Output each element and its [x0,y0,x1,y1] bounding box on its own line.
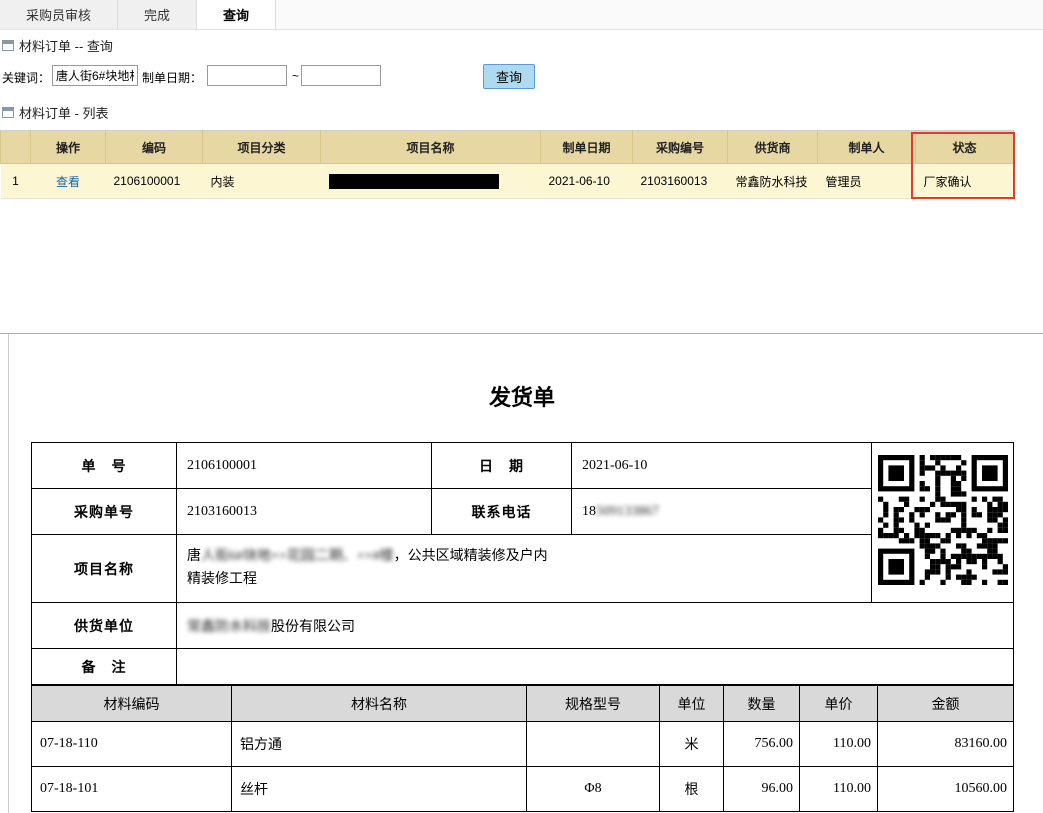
query-toolbar: 关键词： 制单日期： ~ 查询 [0,62,1043,92]
row-action-cell: 查看 [31,164,106,199]
date-value: 2021-06-10 [572,443,872,489]
column-header-creator: 制单人 [818,131,916,164]
material-amount: 83160.00 [878,722,1014,767]
date-to-input[interactable] [301,65,381,86]
material-col-price: 单价 [800,686,878,722]
keyword-input[interactable] [52,65,138,86]
material-header-row: 材料编码 材料名称 规格型号 单位 数量 单价 金额 [32,686,1014,722]
material-unit: 根 [660,767,724,812]
date-from-input[interactable] [207,65,287,86]
material-amount: 10560.00 [878,767,1014,812]
phone-visible-part: 18 [582,504,596,519]
phone-value: 18509133867 [572,489,872,535]
redacted-supplier-text: 常鑫防水科技 [187,620,271,635]
table-row[interactable]: 1 查看 2106100001 内装 2021-06-10 2103160013… [1,164,1014,199]
order-list-table: 操作 编码 项目分类 项目名称 制单日期 采购编号 供货商 制单人 状态 1 查… [0,130,1014,199]
column-header-project: 项目名称 [321,131,541,164]
material-qty: 756.00 [724,722,800,767]
row-supplier: 常鑫防水科技 [728,164,818,199]
query-section-title: 材料订单 -- 查询 [19,36,113,55]
date-field-label: 日 期 [432,443,572,489]
form-icon [2,107,14,118]
supplier-visible-part: 股份有限公司 [271,620,355,635]
project-name-line2: 精装修工程 [187,569,863,591]
redacted-project-name [329,174,499,189]
column-header-status: 状态 [916,131,1014,164]
material-spec [527,722,660,767]
column-header-action: 操作 [31,131,106,164]
material-code: 07-18-110 [32,722,232,767]
row-status: 厂家确认 [916,164,1014,199]
order-no-label: 单 号 [32,443,177,489]
view-link[interactable]: 查看 [56,175,80,189]
order-no-value: 2106100001 [177,443,432,489]
material-col-amount: 金额 [878,686,1014,722]
remark-label: 备 注 [32,649,177,685]
tab-bar-filler [276,0,1043,29]
row-project-cell [321,164,541,199]
delivery-note-info-table: 单 号 2106100001 日 期 2021-06-10 采购单号 21031… [31,442,1014,685]
tab-bar: 采购员审核 完成 查询 [0,0,1043,30]
material-row: 07-18-101 丝杆 Φ8 根 96.00 110.00 10560.00 [32,767,1014,812]
material-col-unit: 单位 [660,686,724,722]
purchase-no-label: 采购单号 [32,489,177,535]
delivery-note-title: 发货单 [31,380,1013,412]
row-date: 2021-06-10 [541,164,633,199]
form-icon [2,40,14,51]
material-price: 110.00 [800,767,878,812]
row-code: 2106100001 [106,164,203,199]
material-col-spec: 规格型号 [527,686,660,722]
material-table: 材料编码 材料名称 规格型号 单位 数量 单价 金额 07-18-110 铝方通… [31,685,1014,812]
query-section-header: 材料订单 -- 查询 [2,36,113,55]
qr-code [872,443,1014,603]
material-name: 丝杆 [232,767,527,812]
row-creator: 管理员 [818,164,916,199]
row-index: 1 [1,164,31,199]
project-visible-end: ，公共区域精装修及户内 [394,549,548,564]
project-name-label: 项目名称 [32,535,177,603]
material-unit: 米 [660,722,724,767]
date-label: 制单日期： [142,69,202,86]
project-name-line1: 唐人街6#块地××花园二期、××#楼，公共区域精装修及户内 [187,546,863,568]
material-qty: 96.00 [724,767,800,812]
tab-query[interactable]: 查询 [197,0,276,29]
qr-code-image [878,455,1008,585]
column-header-supplier: 供货商 [728,131,818,164]
material-col-code: 材料编码 [32,686,232,722]
material-col-qty: 数量 [724,686,800,722]
supplier-label: 供货单位 [32,603,177,649]
page: 采购员审核 完成 查询 材料订单 -- 查询 关键词： 制单日期： ~ 查询 材… [0,0,1043,813]
row-category: 内装 [203,164,321,199]
row-purchase-no: 2103160013 [633,164,728,199]
column-header-index [1,131,31,164]
supplier-value: 常鑫防水科技股份有限公司 [177,603,1014,649]
material-row: 07-18-110 铝方通 米 756.00 110.00 83160.00 [32,722,1014,767]
material-spec: Φ8 [527,767,660,812]
project-visible-start: 唐 [187,549,201,564]
material-name: 铝方通 [232,722,527,767]
material-col-name: 材料名称 [232,686,527,722]
tab-complete[interactable]: 完成 [118,0,197,29]
material-code: 07-18-101 [32,767,232,812]
date-range-separator: ~ [292,69,299,83]
column-header-date: 制单日期 [541,131,633,164]
list-header-row: 操作 编码 项目分类 项目名称 制单日期 采购编号 供货商 制单人 状态 [1,131,1014,164]
phone-label: 联系电话 [432,489,572,535]
remark-value [177,649,1014,685]
list-section-title: 材料订单 - 列表 [19,103,109,122]
search-button[interactable]: 查询 [483,64,535,89]
purchase-no-value: 2103160013 [177,489,432,535]
project-name-value: 唐人街6#块地××花园二期、××#楼，公共区域精装修及户内 精装修工程 [177,535,872,603]
delivery-note-panel: 发货单 单 号 2106100001 日 期 2021-06-10 采购单号 2… [8,334,1043,813]
keyword-label: 关键词： [2,69,50,86]
list-section-header: 材料订单 - 列表 [2,103,109,122]
column-header-category: 项目分类 [203,131,321,164]
redacted-phone: 509133867 [596,504,659,519]
tab-purchaser-review[interactable]: 采购员审核 [0,0,118,29]
column-header-code: 编码 [106,131,203,164]
redacted-project-text: 人街6#块地××花园二期、××#楼 [201,549,394,564]
material-price: 110.00 [800,722,878,767]
column-header-purchase-no: 采购编号 [633,131,728,164]
